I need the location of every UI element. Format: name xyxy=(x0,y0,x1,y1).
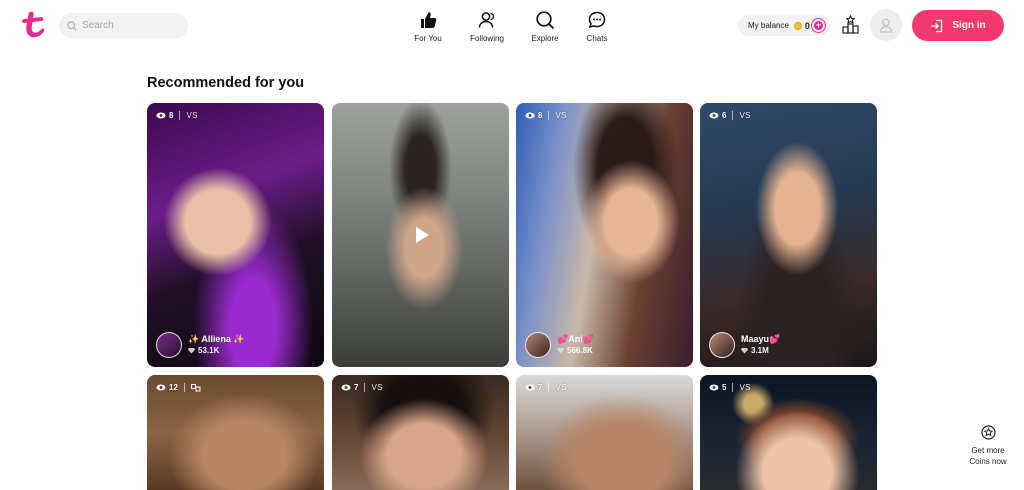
follower-count: 53.1K xyxy=(188,345,245,356)
get-coins-line1: Get more xyxy=(971,446,1005,455)
stream-card-8[interactable]: 5 VS xyxy=(700,375,877,490)
vs-badge: VS xyxy=(555,383,567,392)
streamer-avatar xyxy=(156,332,182,358)
users-icon xyxy=(478,12,495,28)
stream-card-2[interactable] xyxy=(332,103,509,367)
leaderboard-icon[interactable] xyxy=(842,15,859,34)
stream-thumbnail xyxy=(332,375,509,490)
stream-card-5[interactable]: 12 xyxy=(147,375,324,490)
vs-badge: VS xyxy=(186,111,198,120)
user-icon xyxy=(879,18,893,33)
viewer-count: 7 VS xyxy=(341,383,383,392)
viewer-number: 8 xyxy=(169,111,174,120)
diamond-icon xyxy=(188,347,195,354)
viewer-count: 8 VS xyxy=(156,111,198,120)
viewer-number: 12 xyxy=(169,383,178,392)
explore-search-icon xyxy=(536,11,554,29)
stream-thumbnail xyxy=(700,375,877,490)
streamer-name: 💕Ani💕 xyxy=(557,334,594,344)
coin-icon xyxy=(793,21,802,30)
diamond-icon xyxy=(741,347,748,354)
vs-badge: VS xyxy=(555,111,567,120)
sign-in-button[interactable]: Sign in xyxy=(912,10,1004,41)
add-coins-button[interactable]: + xyxy=(811,18,826,33)
eye-icon xyxy=(709,112,719,119)
nav-following[interactable]: Following xyxy=(462,10,512,43)
stream-card-6[interactable]: 7 VS xyxy=(332,375,509,490)
stream-card-1[interactable]: 8 VS ✨ Alliena ✨ 53.1K xyxy=(147,103,324,367)
viewer-number: 8 xyxy=(538,111,543,120)
eye-icon xyxy=(709,384,719,391)
eye-icon xyxy=(525,112,535,119)
vs-badge: VS xyxy=(371,383,383,392)
streamer-avatar xyxy=(709,332,735,358)
viewer-number: 7 xyxy=(538,383,543,392)
nav-chats[interactable]: Chats xyxy=(572,10,622,43)
top-bar: For You Following Explore Chats My balan… xyxy=(0,0,1024,52)
stream-card-3[interactable]: 8 VS 💕Ani💕 566.8K xyxy=(516,103,693,367)
viewer-number: 6 xyxy=(722,111,727,120)
nav-label-for-you: For You xyxy=(414,34,442,43)
stream-card-7[interactable]: 7 VS xyxy=(516,375,693,490)
nav-label-following: Following xyxy=(470,34,504,43)
viewer-count: 12 xyxy=(156,383,201,392)
thumbs-up-icon xyxy=(421,12,437,28)
stream-card-4[interactable]: 6 VS Maayu💕 3.1M xyxy=(700,103,877,367)
balance-pill[interactable]: My balance 0 + xyxy=(738,15,830,36)
streamer-info: Maayu💕 3.1M xyxy=(709,332,780,358)
streamer-name: Maayu💕 xyxy=(741,334,781,344)
get-coins-line2: Coins now xyxy=(969,457,1007,466)
search-icon xyxy=(67,20,77,31)
follower-count: 3.1M xyxy=(741,345,780,356)
stream-thumbnail xyxy=(147,103,324,367)
nav-explore[interactable]: Explore xyxy=(520,10,570,43)
balance-value: 0 xyxy=(804,20,810,31)
search-input[interactable] xyxy=(82,20,177,31)
app-logo[interactable] xyxy=(21,10,47,40)
eye-icon xyxy=(525,384,535,391)
eye-icon xyxy=(341,384,351,391)
viewer-count: 8 VS xyxy=(525,111,567,120)
multi-guest-icon xyxy=(190,383,201,391)
chat-icon xyxy=(588,11,606,29)
follower-count: 566.8K xyxy=(557,345,594,356)
login-icon xyxy=(931,19,943,32)
nav-label-chats: Chats xyxy=(586,34,608,43)
vs-badge: VS xyxy=(739,111,751,120)
viewer-count: 5 VS xyxy=(709,383,751,392)
get-coins-button[interactable]: Get more Coins now xyxy=(962,425,1014,467)
eye-icon xyxy=(156,112,166,119)
viewer-count: 7 VS xyxy=(525,383,567,392)
coin-star-icon xyxy=(980,425,996,440)
diamond-icon xyxy=(557,347,564,354)
stream-thumbnail xyxy=(147,375,324,490)
stream-thumbnail xyxy=(516,375,693,490)
viewer-number: 5 xyxy=(722,383,727,392)
play-icon[interactable] xyxy=(410,224,432,246)
user-avatar[interactable] xyxy=(870,9,902,41)
streamer-info: 💕Ani💕 566.8K xyxy=(525,332,594,358)
streamer-name: ✨ Alliena ✨ xyxy=(188,334,245,344)
vs-badge: VS xyxy=(739,383,751,392)
balance-label: My balance xyxy=(748,21,789,30)
section-title: Recommended for you xyxy=(147,75,305,91)
stream-thumbnail xyxy=(516,103,693,367)
streamer-avatar xyxy=(525,332,551,358)
streamer-info: ✨ Alliena ✨ 53.1K xyxy=(156,332,245,358)
viewer-number: 7 xyxy=(354,383,359,392)
stream-thumbnail xyxy=(700,103,877,367)
sign-in-label: Sign in xyxy=(952,20,986,31)
nav-for-you[interactable]: For You xyxy=(403,10,453,43)
search-box[interactable] xyxy=(59,13,188,38)
viewer-count: 6 VS xyxy=(709,111,751,120)
nav-label-explore: Explore xyxy=(531,34,559,43)
eye-icon xyxy=(156,384,166,391)
